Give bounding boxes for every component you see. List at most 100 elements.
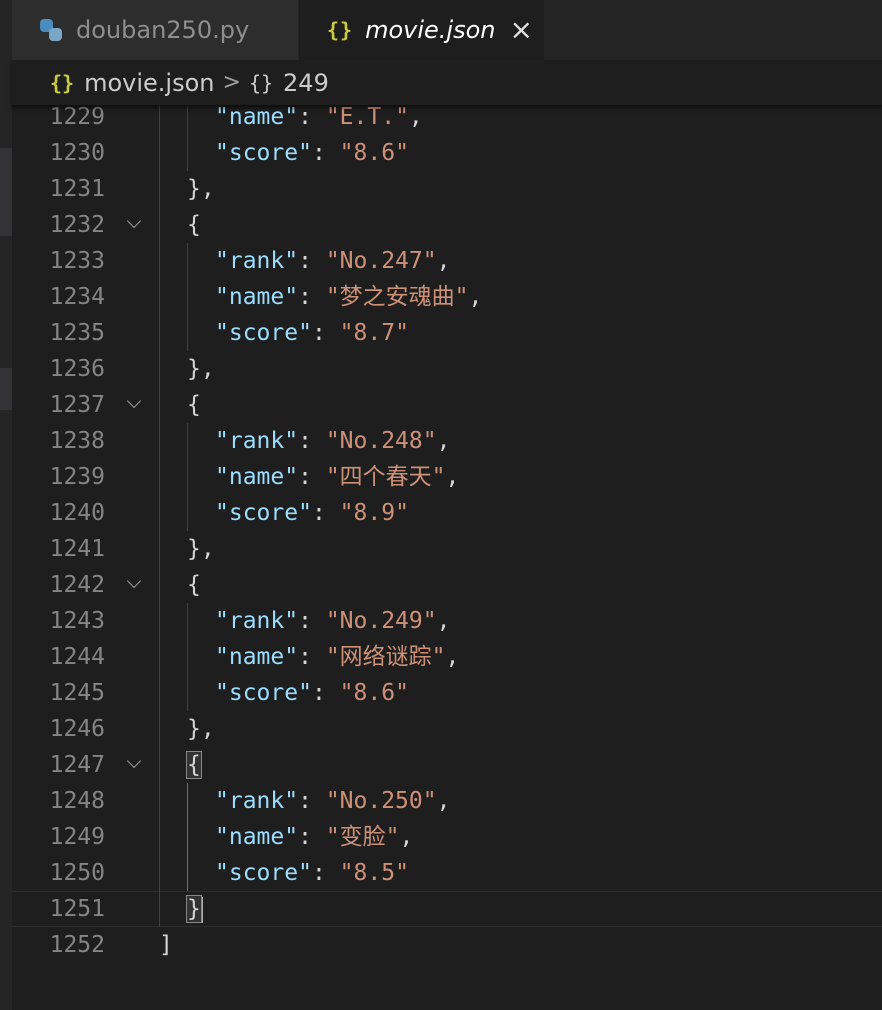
fold-chevron-icon[interactable] xyxy=(125,387,145,423)
bracket: { xyxy=(187,212,201,238)
code-text: "name": "梦之安魂曲", xyxy=(215,284,483,310)
fold-chevron-icon[interactable] xyxy=(125,747,145,783)
line-number: 1243 xyxy=(49,608,105,634)
bracket: }, xyxy=(187,536,215,562)
text-cursor xyxy=(200,896,203,923)
fold-chevron-icon[interactable] xyxy=(125,567,145,603)
code-line[interactable]: 1248 "rank": "No.250", xyxy=(12,783,882,819)
code-text: "name": "网络谜踪", xyxy=(215,644,460,670)
line-number: 1235 xyxy=(49,320,105,346)
fold-chevron-icon[interactable] xyxy=(125,207,145,243)
code-line[interactable]: 1241}, xyxy=(12,531,882,567)
code-editor[interactable]: 1229 "name": "E.T.", 1230 "score": "8.6" 123… xyxy=(12,99,882,1010)
scroll-marker xyxy=(0,148,12,236)
json-value: 8.9 xyxy=(353,500,396,526)
tab-label: movie.json xyxy=(365,16,496,44)
json-value: No.250 xyxy=(339,788,423,814)
bracket: { xyxy=(187,572,201,598)
code-line[interactable]: 1234 "name": "梦之安魂曲", xyxy=(12,279,882,315)
json-value: 8.5 xyxy=(353,860,396,886)
code-line[interactable]: 1249 "name": "变脸", xyxy=(12,819,882,855)
json-key: score xyxy=(228,500,299,526)
code-text: "rank": "No.249", xyxy=(215,608,451,634)
tab-douban250-py[interactable]: douban250.py xyxy=(12,0,299,60)
line-number: 1238 xyxy=(49,428,105,454)
bracket: { xyxy=(187,392,201,418)
code-text: { xyxy=(187,387,201,423)
code-line[interactable]: 1245 "score": "8.6" xyxy=(12,675,882,711)
line-number: 1237 xyxy=(49,392,105,418)
code-text: } xyxy=(186,892,203,926)
code-line[interactable]: 1230 "score": "8.6" xyxy=(12,135,882,171)
json-value: E.T. xyxy=(339,104,396,130)
breadcrumb: {} movie.json > {} 249 xyxy=(12,60,882,105)
chevron-right-icon: > xyxy=(222,70,241,95)
code-text: "score": "8.6" xyxy=(215,140,409,166)
code-line[interactable]: 1247 { xyxy=(12,747,882,783)
line-number: 1245 xyxy=(49,680,105,706)
json-key: name xyxy=(228,824,285,850)
line-number: 1234 xyxy=(49,284,105,310)
bracket: } xyxy=(186,895,202,923)
json-key: score xyxy=(228,320,299,346)
json-value: 网络谜踪 xyxy=(339,644,432,670)
line-number: 1239 xyxy=(49,464,105,490)
breadcrumb-node[interactable]: 249 xyxy=(283,69,329,97)
json-key: score xyxy=(228,680,299,706)
code-line[interactable]: 1237 { xyxy=(12,387,882,423)
line-number: 1250 xyxy=(49,860,105,886)
code-text: "name": "四个春天", xyxy=(215,464,460,490)
code-line[interactable]: 1236}, xyxy=(12,351,882,387)
indent-guide xyxy=(187,783,188,891)
code-line[interactable]: 1244 "name": "网络谜踪", xyxy=(12,639,882,675)
code-text: "score": "8.7" xyxy=(215,320,409,346)
bracket: ] xyxy=(159,932,173,958)
bracket: }, xyxy=(187,176,215,202)
line-number: 1240 xyxy=(49,500,105,526)
code-text: "rank": "No.248", xyxy=(215,428,451,454)
code-line[interactable]: 1242 { xyxy=(12,567,882,603)
activity-bar-edge xyxy=(0,0,12,1010)
line-number: 1246 xyxy=(49,716,105,742)
code-text: }, xyxy=(187,351,215,387)
json-key: name xyxy=(228,104,285,130)
bracket: }, xyxy=(187,356,215,382)
scroll-marker xyxy=(0,368,12,410)
close-icon[interactable]: × xyxy=(510,16,533,44)
tab-movie-json[interactable]: {} movie.json × xyxy=(299,0,544,60)
json-braces-icon: {} xyxy=(50,70,75,95)
code-text: }, xyxy=(187,711,215,747)
code-line[interactable]: 1246}, xyxy=(12,711,882,747)
line-number: 1242 xyxy=(49,572,105,598)
code-line[interactable]: 1239 "name": "四个春天", xyxy=(12,459,882,495)
line-number: 1249 xyxy=(49,824,105,850)
code-text: "rank": "No.247", xyxy=(215,248,451,274)
code-line[interactable]: 1251} xyxy=(12,891,882,927)
json-value: No.249 xyxy=(339,608,423,634)
json-braces-icon: {} xyxy=(327,18,354,42)
breadcrumb-file[interactable]: movie.json xyxy=(84,69,214,97)
json-value: No.248 xyxy=(339,428,423,454)
code-line[interactable]: 1252] xyxy=(12,927,882,963)
code-text: "rank": "No.250", xyxy=(215,788,451,814)
json-value: 四个春天 xyxy=(339,464,432,490)
json-key: rank xyxy=(228,788,285,814)
code-line[interactable]: 1240 "score": "8.9" xyxy=(12,495,882,531)
indent-guide xyxy=(159,99,160,927)
json-value: 8.6 xyxy=(353,680,396,706)
code-line[interactable]: 1233 "rank": "No.247", xyxy=(12,243,882,279)
json-key: score xyxy=(228,140,299,166)
code-line[interactable]: 1231}, xyxy=(12,171,882,207)
line-number: 1248 xyxy=(49,788,105,814)
line-number: 1241 xyxy=(49,536,105,562)
json-value: 8.6 xyxy=(353,140,396,166)
json-key: rank xyxy=(228,608,285,634)
line-number: 1252 xyxy=(49,932,105,958)
code-line[interactable]: 1235 "score": "8.7" xyxy=(12,315,882,351)
code-line[interactable]: 1250 "score": "8.5" xyxy=(12,855,882,891)
code-line[interactable]: 1232 { xyxy=(12,207,882,243)
json-value: No.247 xyxy=(339,248,423,274)
code-line[interactable]: 1243 "rank": "No.249", xyxy=(12,603,882,639)
code-line[interactable]: 1238 "rank": "No.248", xyxy=(12,423,882,459)
code-text: "score": "8.9" xyxy=(215,500,409,526)
